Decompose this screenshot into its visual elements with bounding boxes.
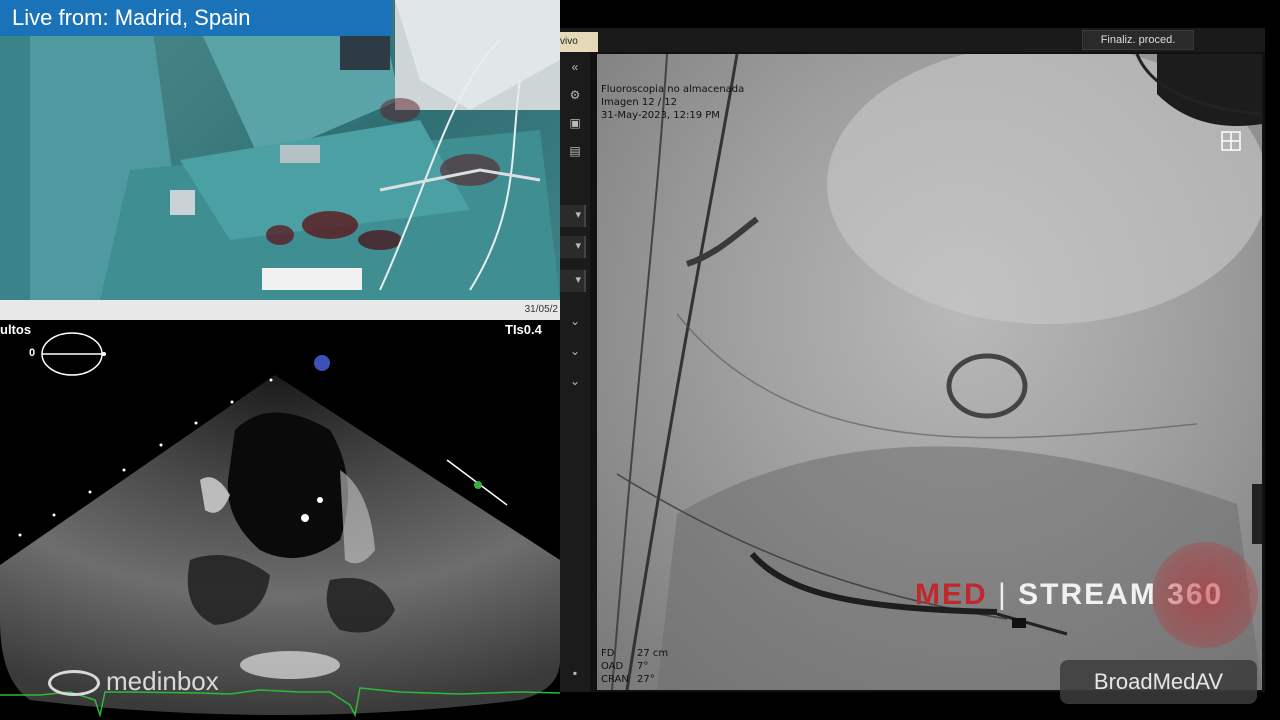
medinbox-logo-text: medinbox xyxy=(106,666,219,696)
medstream-logo-divider: | xyxy=(987,578,1019,611)
fd-label: FD xyxy=(601,648,615,659)
medinbox-logo: medinbox xyxy=(48,666,219,697)
echocardiogram-view: ultos TIs0.4 0 medinbox xyxy=(0,320,560,720)
toolbar-dropdown-3[interactable] xyxy=(560,270,586,292)
medstream-logo-med: MED xyxy=(915,578,988,611)
chevron-down-icon[interactable]: ⌄ xyxy=(564,340,586,362)
xray-info-image: Imagen 12 / 12 xyxy=(601,97,678,108)
video-status-strip: 31/05/2 xyxy=(0,300,560,320)
fluoroscopy-image: Fluoroscopia no almacenada Imagen 12 / 1… xyxy=(597,54,1262,690)
settings-gear-icon[interactable]: ⚙ xyxy=(564,84,586,106)
toolbar-dropdown-1[interactable] xyxy=(560,205,586,227)
chevron-down-icon[interactable]: ⌄ xyxy=(564,310,586,332)
document-icon[interactable]: ▤ xyxy=(564,140,586,162)
medstream-logo-circle-icon xyxy=(1152,542,1258,648)
xray-info-date: 31-May-2023, 12:19 PM xyxy=(601,110,720,121)
video-date: 31/05/2 xyxy=(524,304,558,315)
chevron-down-icon[interactable]: ⌄ xyxy=(564,370,586,392)
medinbox-logo-icon xyxy=(48,670,100,697)
side-toolbar: « ⚙ ▣ ▤ ⌄ ⌄ ⌄ ▪ xyxy=(560,52,590,692)
finalize-procedure-button[interactable]: Finaliz. proced. xyxy=(1082,30,1194,50)
copy-icon[interactable]: ▣ xyxy=(564,112,586,134)
operating-room-video: Live from: Madrid, Spain xyxy=(0,0,560,300)
echo-ultrasound-image xyxy=(0,332,560,718)
broadmedav-logo: BroadMedAV xyxy=(1060,660,1257,704)
p-marker-icon xyxy=(314,355,330,371)
oad-label: OAD xyxy=(601,661,624,672)
cran-value: 27° xyxy=(637,674,655,685)
toolbar-dropdown-2[interactable] xyxy=(560,236,586,258)
app-toolbar-top: vivo Finaliz. proced. xyxy=(560,28,1265,52)
tab-vivo[interactable]: vivo xyxy=(560,32,598,52)
collapse-panel-icon[interactable]: « xyxy=(564,56,586,78)
cran-label: CRAN xyxy=(601,674,629,685)
live-location-banner: Live from: Madrid, Spain xyxy=(0,0,392,36)
save-icon[interactable]: ▪ xyxy=(564,662,586,684)
oad-value: 7° xyxy=(637,661,649,672)
fd-value: 27 cm xyxy=(637,648,669,659)
operating-scene xyxy=(0,0,560,300)
xray-info-storage: Fluoroscopia no almacenada xyxy=(601,84,745,95)
